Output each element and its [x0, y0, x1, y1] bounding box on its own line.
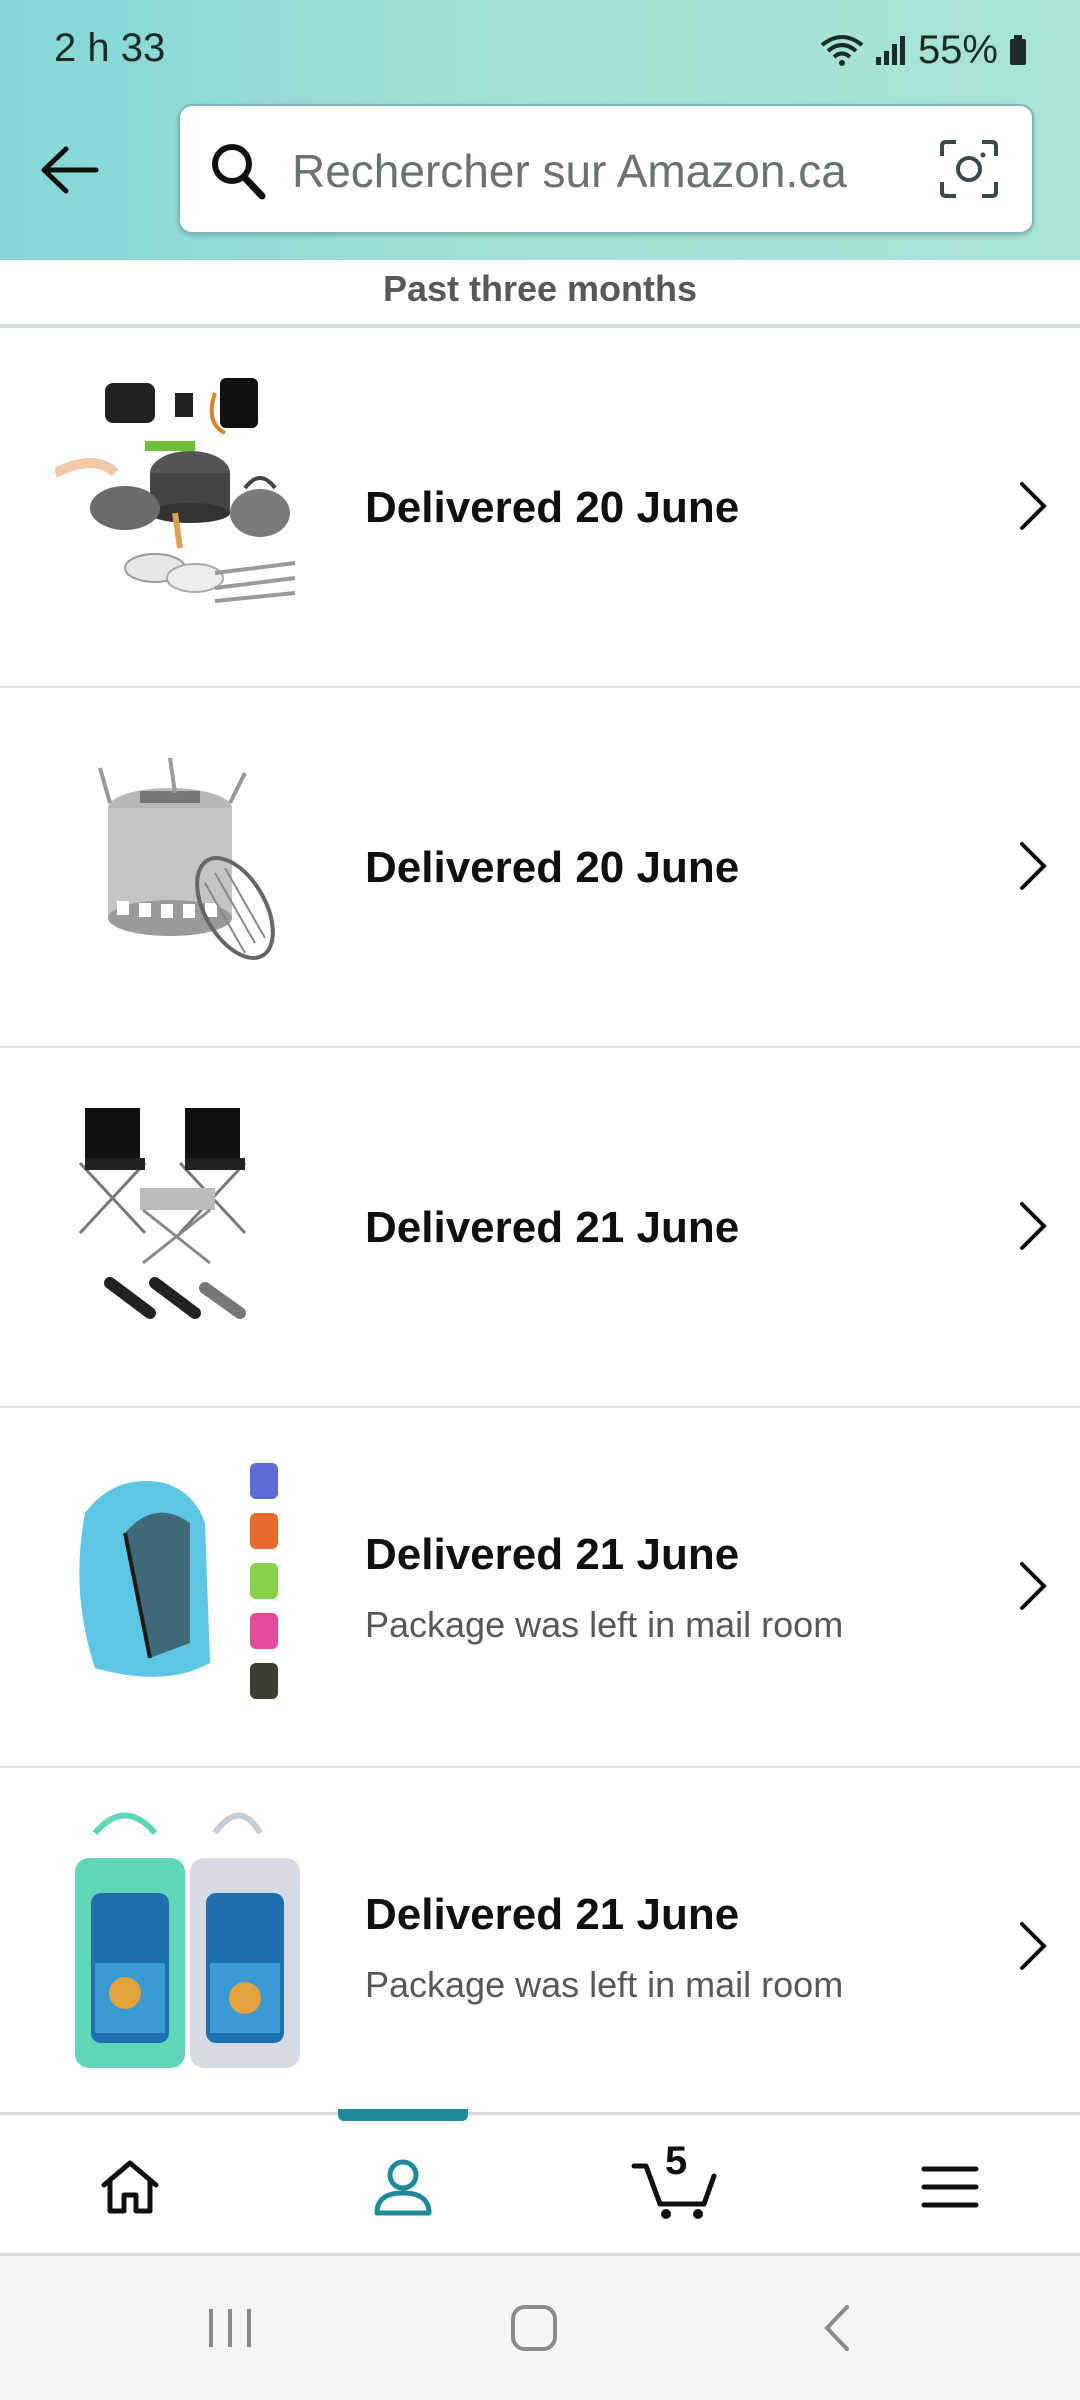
- delivery-status: Delivered 21 June: [365, 1530, 740, 1579]
- hamburger-menu-icon: [921, 2166, 979, 2208]
- order-text: Delivered 21 June Package was left in ma…: [365, 1408, 985, 1768]
- delivery-status: Delivered 20 June: [365, 483, 740, 532]
- order-text: Delivered 21 June Package was left in ma…: [365, 1768, 985, 2128]
- account-icon: [374, 2159, 432, 2216]
- chevron-right-icon: [1020, 1202, 1047, 1250]
- nav-menu[interactable]: [880, 2115, 1020, 2259]
- chevron-right-icon: [1020, 482, 1047, 530]
- back-button[interactable]: [30, 130, 110, 210]
- battery-icon: [1010, 35, 1026, 65]
- wifi-icon: [820, 35, 864, 66]
- arrow-left-icon: [41, 146, 99, 194]
- delivery-note: Package was left in mail room: [365, 1964, 844, 2005]
- battery-percentage: 55%: [917, 27, 998, 72]
- home-system-button[interactable]: [474, 2256, 594, 2400]
- signal-icon: [875, 36, 905, 65]
- section-title: Past three months: [382, 268, 698, 309]
- back-system-button[interactable]: [776, 2256, 896, 2400]
- home-icon: [101, 2160, 159, 2214]
- order-text: Delivered 21 June: [365, 1048, 985, 1408]
- snorkel-vest-image: [79, 1463, 278, 1699]
- order-text: Delivered 20 June: [365, 328, 985, 688]
- delivery-status: Delivered 21 June: [365, 1203, 740, 1252]
- order-row[interactable]: Delivered 21 June Package was left in ma…: [0, 1408, 1080, 1768]
- status-time: 2 h 33: [54, 26, 166, 70]
- order-row[interactable]: Delivered 21 June: [0, 1048, 1080, 1408]
- search-box[interactable]: [178, 104, 1034, 234]
- chevron-right-icon: [1020, 1562, 1047, 1610]
- orders-list: Delivered 20 June Delivered 20 June Deli…: [0, 328, 1080, 2128]
- chevron-right-icon: [1020, 1922, 1047, 1970]
- nav-home[interactable]: [60, 2115, 200, 2259]
- camping-stove-image: [98, 757, 275, 960]
- system-nav-bar: [0, 2256, 1080, 2400]
- order-row[interactable]: Delivered 20 June: [0, 688, 1080, 1048]
- home-square-icon: [511, 2305, 557, 2351]
- status-bar: 2 h 33 55%: [0, 0, 1080, 100]
- back-chevron-icon: [824, 2305, 849, 2351]
- bottom-nav: 5: [0, 2109, 1080, 2259]
- waterproof-phone-pouch-image: [75, 1812, 300, 2068]
- search-icon: [212, 144, 266, 200]
- recents-icon: [209, 2309, 251, 2347]
- cart-count-badge: 5: [665, 2139, 688, 2183]
- order-text: Delivered 20 June: [365, 688, 985, 1048]
- app-header: 2 h 33 55%: [0, 0, 1080, 260]
- nav-cart[interactable]: 5: [605, 2115, 745, 2259]
- order-row[interactable]: Delivered 20 June: [0, 328, 1080, 688]
- delivery-note: Package was left in mail room: [365, 1604, 844, 1645]
- camera-search-icon[interactable]: [938, 138, 1000, 200]
- recents-button[interactable]: [170, 2256, 290, 2400]
- delivery-status: Delivered 20 June: [365, 843, 740, 892]
- search-input[interactable]: [292, 136, 912, 206]
- chevron-right-icon: [1020, 842, 1047, 890]
- camping-cookware-set-image: [55, 378, 296, 603]
- delivery-status: Delivered 21 June: [365, 1890, 740, 1939]
- order-row[interactable]: Delivered 21 June Package was left in ma…: [0, 1768, 1080, 2128]
- nav-account[interactable]: [333, 2115, 473, 2259]
- section-header: Past three months: [0, 260, 1080, 328]
- status-icons: 55%: [820, 24, 1028, 76]
- folding-chairs-table-image: [78, 1108, 247, 1319]
